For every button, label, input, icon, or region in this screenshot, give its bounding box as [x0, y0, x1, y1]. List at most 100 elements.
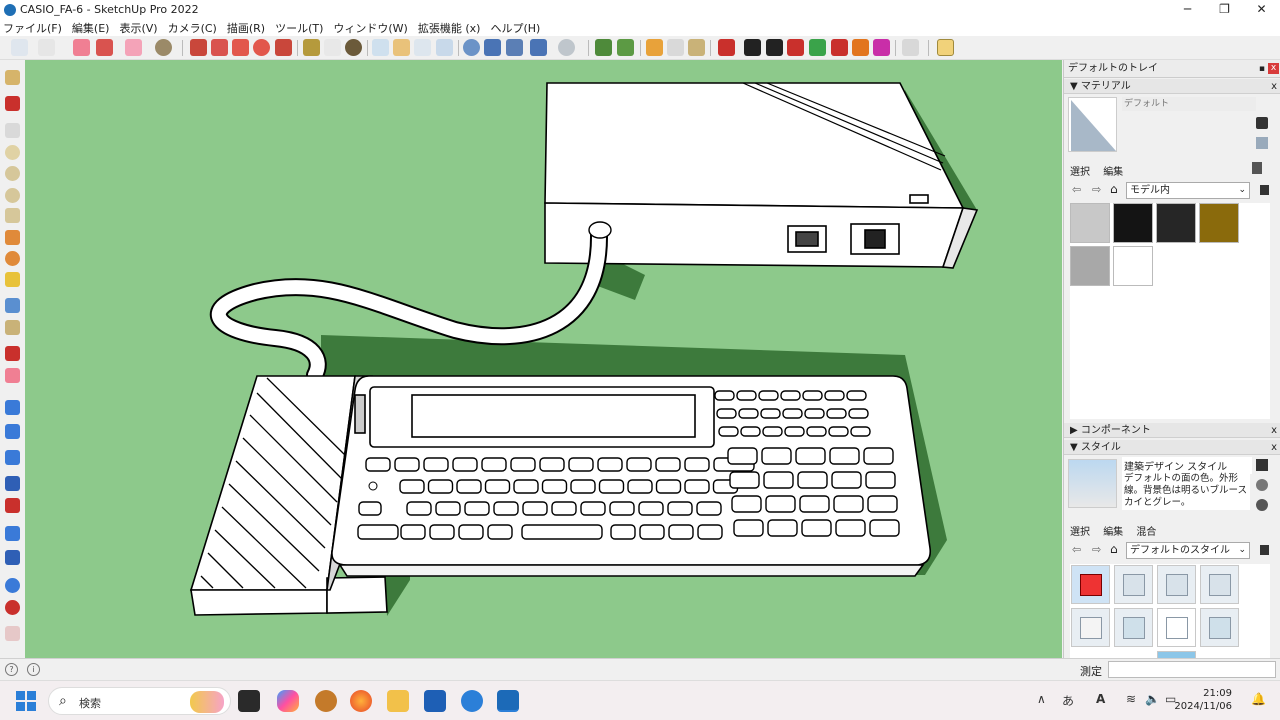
wifi-icon[interactable]: ≋: [1126, 692, 1136, 706]
tab-select[interactable]: 選択: [1070, 527, 1090, 538]
firefox-icon[interactable]: [350, 690, 372, 712]
forward-arrow-icon[interactable]: ⇨: [1092, 543, 1101, 556]
close-button[interactable]: ✕: [1243, 0, 1280, 19]
follow-me-icon[interactable]: [211, 39, 228, 56]
mail-icon[interactable]: [424, 690, 446, 712]
pin-icon[interactable]: ▪: [1259, 60, 1265, 78]
axes-icon[interactable]: [5, 346, 20, 361]
default-material-icon[interactable]: [1256, 137, 1268, 149]
eraser-icon[interactable]: [5, 368, 20, 383]
edge-icon[interactable]: [461, 690, 483, 712]
eyedropper-icon[interactable]: [1252, 162, 1262, 174]
menu-camera[interactable]: カメラ(C): [168, 20, 217, 36]
taskbar-search-box[interactable]: ⌕ 検索: [48, 687, 231, 715]
help-icon[interactable]: ?: [5, 663, 18, 676]
paint-icon[interactable]: [345, 39, 362, 56]
rectangle-icon[interactable]: [5, 123, 20, 138]
push-pull-icon[interactable]: [190, 39, 207, 56]
material-swatch[interactable]: [1070, 246, 1110, 286]
maximize-button[interactable]: ❐: [1206, 0, 1243, 19]
line-tool-icon[interactable]: [96, 39, 113, 56]
tape-measure-icon[interactable]: [303, 39, 320, 56]
layout-icon[interactable]: [937, 39, 954, 56]
position-camera-icon[interactable]: [5, 450, 20, 465]
tab-select[interactable]: 選択: [1070, 167, 1090, 178]
menu-extensions[interactable]: 拡張機能 (x): [418, 20, 481, 36]
view-front-icon[interactable]: [766, 39, 783, 56]
components-close-icon[interactable]: x: [1271, 423, 1277, 438]
copilot-icon[interactable]: [277, 690, 299, 712]
shape-tool-icon[interactable]: [125, 39, 142, 56]
minimize-button[interactable]: ─: [1169, 0, 1206, 19]
create-material-icon[interactable]: [1256, 117, 1268, 129]
home-icon[interactable]: ⌂: [1110, 542, 1118, 556]
components-icon[interactable]: [902, 39, 919, 56]
style-thumbnail[interactable]: [1071, 608, 1110, 647]
components-header[interactable]: ▶ コンポーネント x: [1064, 423, 1280, 438]
style-thumbnail[interactable]: [1114, 608, 1153, 647]
ime-icon[interactable]: あ: [1062, 692, 1074, 709]
style-thumbnail[interactable]: [1200, 608, 1239, 647]
section-plane-icon[interactable]: [718, 39, 735, 56]
rotate-tool-icon[interactable]: [253, 39, 270, 56]
sandbox-icon[interactable]: [595, 39, 612, 56]
look-around-icon[interactable]: [5, 424, 20, 439]
layers-icon[interactable]: [506, 39, 523, 56]
view-back-icon[interactable]: [809, 39, 826, 56]
tab-edit[interactable]: 編集: [1103, 167, 1123, 178]
redo-icon[interactable]: [5, 600, 20, 615]
iso-view-icon[interactable]: [646, 39, 663, 56]
menu-help[interactable]: ヘルプ(H): [490, 20, 540, 36]
zoom-icon[interactable]: [414, 39, 431, 56]
material-swatch[interactable]: [1070, 203, 1110, 243]
tape-icon[interactable]: [5, 272, 20, 287]
task-view-icon[interactable]: [238, 690, 260, 712]
warehouse-icon[interactable]: [463, 39, 480, 56]
protractor-icon[interactable]: [5, 320, 20, 335]
extension-warehouse-icon[interactable]: [530, 39, 547, 56]
taskbar-clock[interactable]: 21:09 2024/11/06: [1174, 687, 1232, 713]
material-swatch[interactable]: [1156, 203, 1196, 243]
sketchup-taskbar-icon[interactable]: [497, 690, 519, 712]
geo-location-icon[interactable]: [617, 39, 634, 56]
tray-close-icon[interactable]: x: [1268, 63, 1279, 74]
material-swatch[interactable]: [1113, 246, 1153, 286]
polygon-icon[interactable]: [5, 166, 20, 181]
style-thumbnail[interactable]: [1071, 565, 1110, 604]
pan-tool-icon[interactable]: [393, 39, 410, 56]
section-icon[interactable]: [5, 476, 20, 491]
paint-bucket-icon[interactable]: [155, 39, 172, 56]
profile-icon[interactable]: [558, 39, 575, 56]
eraser-tool-icon[interactable]: [73, 39, 90, 56]
zoom-tool-icon[interactable]: [11, 39, 28, 56]
undo-icon[interactable]: [5, 578, 20, 593]
back-arrow-icon[interactable]: ⇦: [1072, 183, 1081, 196]
select-icon[interactable]: [5, 70, 20, 85]
view-right-icon[interactable]: [787, 39, 804, 56]
notification-bell-icon[interactable]: 🔔: [1251, 692, 1266, 706]
styles-close-icon[interactable]: x: [1271, 440, 1277, 455]
menu-file[interactable]: ファイル(F): [3, 20, 62, 36]
scale-tool-icon[interactable]: [275, 39, 292, 56]
offset-icon[interactable]: [5, 230, 20, 245]
file-explorer-icon[interactable]: [387, 690, 409, 712]
styles-collection-dropdown[interactable]: デフォルトのスタイル ⌄: [1126, 542, 1250, 559]
menu-tools[interactable]: ツール(T): [275, 20, 323, 36]
style-thumbnail[interactable]: [1157, 565, 1196, 604]
walk-icon[interactable]: [5, 400, 20, 415]
circle-icon[interactable]: [5, 145, 20, 160]
volume-icon[interactable]: 🔈: [1145, 692, 1160, 706]
materials-close-icon[interactable]: x: [1271, 79, 1277, 94]
share-model-icon[interactable]: [484, 39, 501, 56]
details-arrow-icon[interactable]: [1260, 545, 1269, 555]
material-swatch[interactable]: [1113, 203, 1153, 243]
flip-icon[interactable]: [5, 498, 20, 513]
paw-app-icon[interactable]: [315, 690, 337, 712]
tab-edit[interactable]: 編集: [1103, 527, 1123, 538]
zoom-extents-icon[interactable]: [436, 39, 453, 56]
styles-header[interactable]: ▼ スタイル x: [1064, 440, 1280, 455]
materials-collection-dropdown[interactable]: モデル内 ⌄: [1126, 182, 1250, 199]
windows-start-icon[interactable]: [16, 691, 36, 711]
measurements-input[interactable]: [1108, 661, 1276, 678]
dimension-icon[interactable]: [5, 298, 20, 313]
